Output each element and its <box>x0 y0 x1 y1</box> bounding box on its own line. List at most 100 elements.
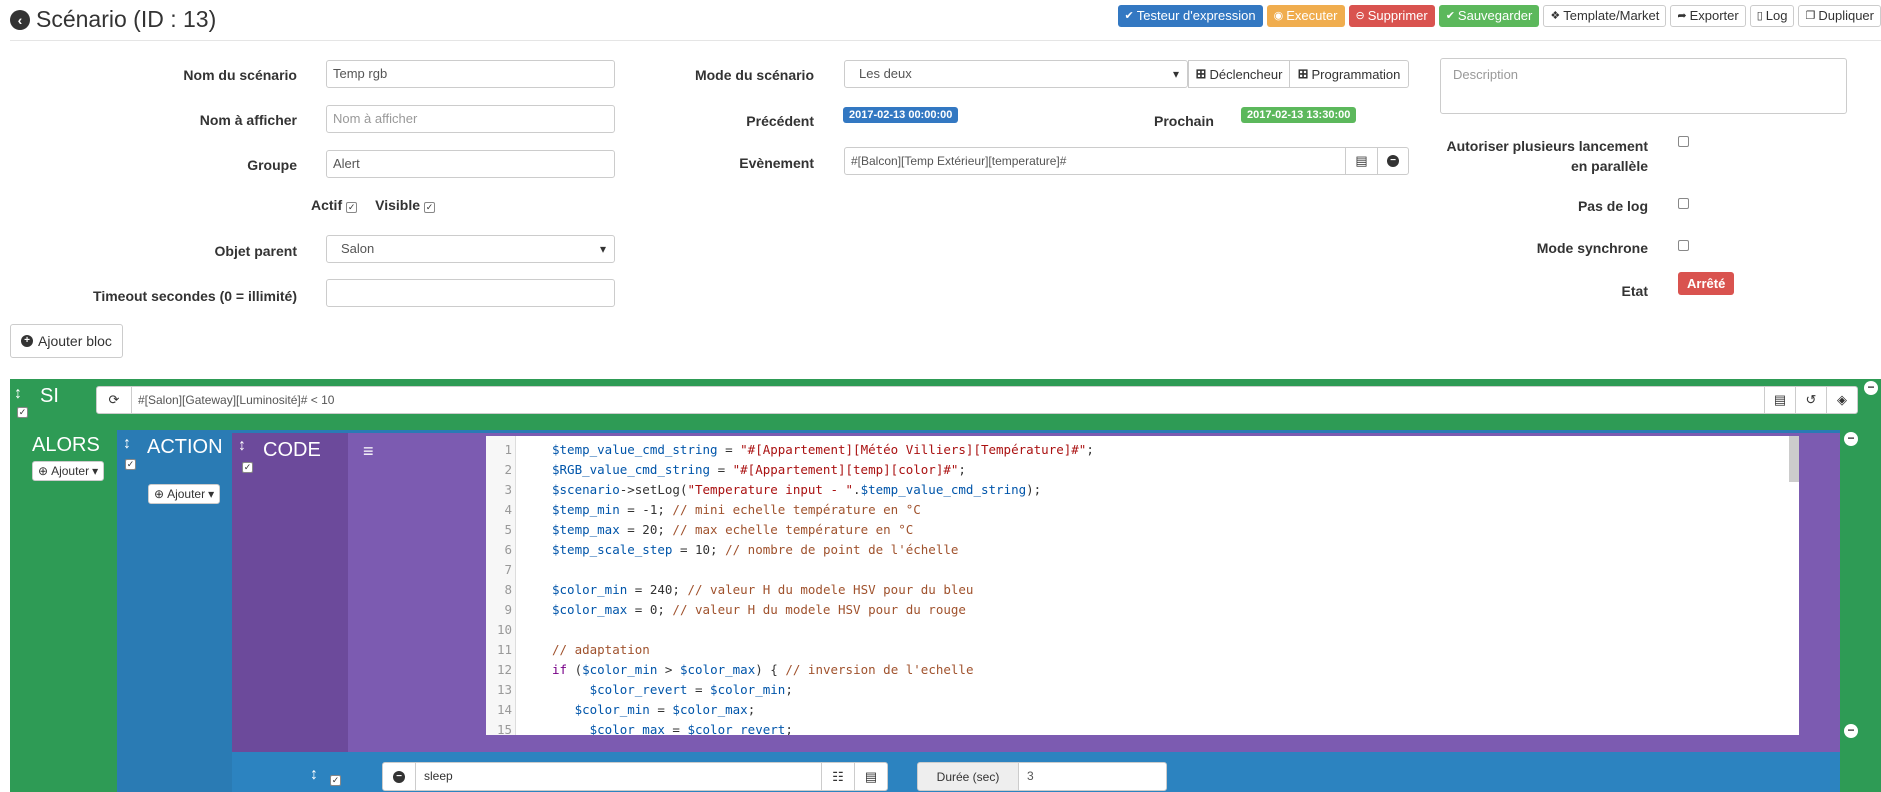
menu-icon[interactable]: ≡ <box>363 441 374 462</box>
sleep-remove-button[interactable]: − <box>382 762 416 791</box>
plus-circle-icon: ⊕ <box>154 487 165 501</box>
remove-action-block-icon[interactable]: − <box>1844 432 1858 446</box>
code-enable-checkbox[interactable] <box>242 462 253 473</box>
no-log-checkbox[interactable] <box>1678 198 1689 209</box>
drag-handle-icon[interactable]: ↕ <box>310 766 318 784</box>
condition-list-button[interactable]: ▤ <box>1764 386 1796 414</box>
mode-select[interactable]: Les deux <box>844 60 1188 88</box>
code-line: 1 $temp_value_cmd_string = "#[Appartement… <box>486 440 1799 460</box>
code-token: // max echelle température en °C <box>672 522 914 537</box>
code-token: $color_min <box>552 702 650 717</box>
code-token: = <box>687 682 711 697</box>
event-list-button[interactable]: ▤ <box>1345 147 1378 175</box>
export-button[interactable]: ➦ Exporter <box>1670 5 1746 27</box>
code-line: 10 <box>486 620 1799 640</box>
timeout-input[interactable] <box>326 279 615 307</box>
back-arrow-icon[interactable]: ‹ <box>10 9 30 30</box>
trigger-button[interactable]: ⊞ Déclencheur <box>1188 60 1290 88</box>
group-input[interactable]: Alert <box>326 150 615 178</box>
parallel-checkbox[interactable] <box>1678 136 1689 147</box>
execute-button[interactable]: ◉ Executer <box>1266 5 1345 27</box>
code-token: = <box>664 722 688 735</box>
line-number: 10 <box>496 622 512 637</box>
code-token: $color_min <box>710 682 786 697</box>
drag-handle-icon[interactable]: ↕ <box>238 437 246 455</box>
code-token: = -1; <box>619 502 673 517</box>
duplicate-button[interactable]: ❐ Dupliquer <box>1798 5 1881 27</box>
code-token: = 240; <box>627 582 688 597</box>
display-name-input[interactable]: Nom à afficher <box>326 105 615 133</box>
code-token: $temp_value_cmd_string <box>860 482 1027 497</box>
list-icon: ☷ <box>832 768 844 784</box>
refresh-button[interactable]: ⟳ <box>96 386 132 414</box>
code-token: // nombre de point de l'échelle <box>725 542 959 557</box>
code-text: $temp_max = 20; // max echelle températu… <box>552 520 913 540</box>
add-block-button[interactable]: + Ajouter bloc <box>10 324 123 358</box>
alors-add-button[interactable]: ⊕ Ajouter ▾ <box>32 461 105 481</box>
code-token: ) { <box>755 662 786 677</box>
remove-si-block-icon[interactable]: − <box>1864 381 1878 395</box>
minus-circle-icon: − <box>1387 155 1399 167</box>
schedule-button[interactable]: ⊞ Programmation <box>1289 60 1409 88</box>
code-token: ; <box>958 462 966 477</box>
description-textarea[interactable]: Description <box>1440 58 1847 114</box>
code-token: // adaptation <box>552 642 650 657</box>
template-market-button[interactable]: ❖ Template/Market <box>1543 5 1667 27</box>
scenario-name-input[interactable]: Temp rgb <box>326 60 615 88</box>
code-token: $temp_min <box>552 502 620 517</box>
code-token: "#[Appartement][Météo Villiers][Températ… <box>740 442 1087 457</box>
remove-code-block-icon[interactable]: − <box>1844 724 1858 738</box>
check-icon: ✔ <box>1124 10 1134 22</box>
code-token: ); <box>1026 482 1042 497</box>
code-token: = 10; <box>672 542 726 557</box>
si-condition-input[interactable]: #[Salon][Gateway][Luminosité]# < 10 <box>131 386 1765 414</box>
previous-label: Précédent <box>746 113 814 129</box>
code-token: = 20; <box>619 522 673 537</box>
code-token: ; <box>747 702 756 717</box>
drag-handle-icon[interactable]: ↕ <box>14 385 22 403</box>
line-number: 8 <box>504 582 512 597</box>
timeout-label: Timeout secondes (0 = illimité) <box>93 288 297 304</box>
editor-scrollbar[interactable] <box>1789 436 1799 482</box>
visible-checkbox[interactable] <box>424 201 436 213</box>
code-token: . <box>853 482 861 497</box>
duration-input[interactable]: 3 <box>1018 762 1167 791</box>
event-remove-button[interactable]: − <box>1377 147 1409 175</box>
code-token: ; <box>1086 442 1094 457</box>
parent-object-select[interactable]: Salon <box>326 235 615 263</box>
history-button[interactable]: ↺ <box>1795 386 1827 414</box>
group-label: Groupe <box>247 157 297 173</box>
sleep-options-button[interactable]: ▤ <box>854 762 888 791</box>
line-number: 12 <box>496 662 512 677</box>
code-token: = <box>710 462 733 477</box>
plus-circle-icon: ⊕ <box>38 464 49 478</box>
expression-tester-button[interactable]: ✔ Testeur d'expression <box>1117 5 1263 27</box>
visible-label: Visible <box>375 197 421 213</box>
list-alt-icon: ▤ <box>1355 153 1368 168</box>
delete-button[interactable]: ⊖ Supprimer <box>1348 5 1435 27</box>
active-checkbox[interactable] <box>346 201 358 213</box>
code-line: 6 $temp_scale_step = 10; // nombre de poi… <box>486 540 1799 560</box>
code-editor[interactable]: 1 $temp_value_cmd_string = "#[Appartement… <box>486 436 1799 735</box>
code-token: $RGB_value_cmd_string <box>552 462 711 477</box>
action-enable-checkbox[interactable] <box>125 459 136 470</box>
line-number: 1 <box>504 442 512 457</box>
sleep-list-button[interactable]: ☷ <box>821 762 855 791</box>
cube-button[interactable]: ◈ <box>1826 386 1858 414</box>
si-enable-checkbox[interactable] <box>17 407 28 418</box>
sleep-command-input[interactable]: sleep <box>415 762 822 791</box>
code-line: 7 <box>486 560 1799 580</box>
drag-handle-icon[interactable]: ↕ <box>123 435 131 453</box>
sync-mode-checkbox[interactable] <box>1678 240 1689 251</box>
save-button[interactable]: ✔ Sauvegarder <box>1438 5 1540 27</box>
code-token: // mini echelle température en °C <box>672 502 921 517</box>
code-text: $color_max = 0; // valeur H du modele HS… <box>552 600 966 620</box>
event-input[interactable]: #[Balcon][Temp Extérieur][temperature]# <box>844 147 1346 175</box>
action-add-button[interactable]: ⊕ Ajouter ▾ <box>148 484 221 504</box>
code-token: $temp_max <box>552 522 620 537</box>
log-button[interactable]: ▯ Log <box>1749 5 1795 27</box>
share-icon: ➦ <box>1677 10 1687 22</box>
sleep-enable-checkbox[interactable] <box>330 775 341 786</box>
history-icon: ↺ <box>1805 392 1817 407</box>
sync-mode-label: Mode synchrone <box>1536 240 1648 256</box>
